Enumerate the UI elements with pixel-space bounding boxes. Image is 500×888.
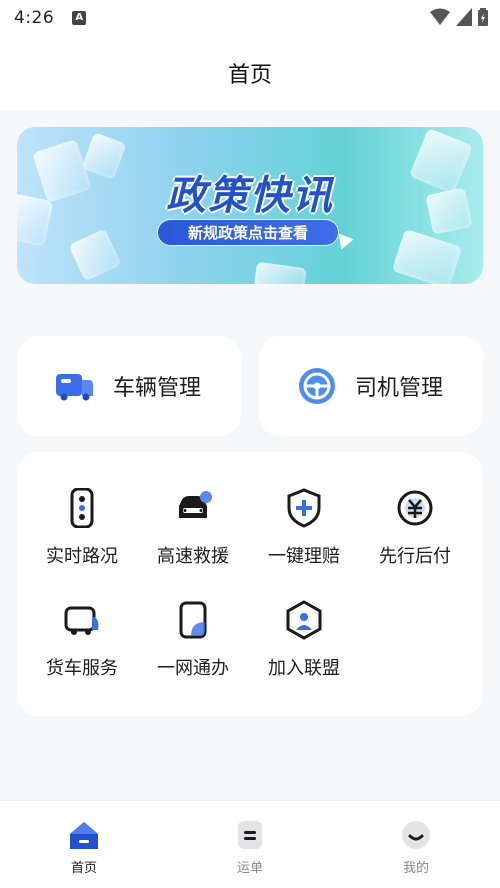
truck-service-icon xyxy=(62,600,102,640)
service-label: 实时路况 xyxy=(46,546,118,567)
home-icon xyxy=(68,819,100,851)
banner-decoration xyxy=(391,228,463,284)
service-label: 一网通办 xyxy=(157,658,229,679)
vehicle-management-label: 车辆管理 xyxy=(113,376,202,401)
nav-label: 首页 xyxy=(70,861,97,876)
bottom-nav: 首页 运单 我的 xyxy=(0,800,500,888)
nav-label: 我的 xyxy=(402,861,429,876)
profile-icon xyxy=(400,819,432,851)
truck-icon xyxy=(55,366,95,406)
waybill-icon xyxy=(234,819,266,851)
vehicle-management-card[interactable]: 车辆管理 xyxy=(17,336,241,436)
nav-home[interactable]: 首页 xyxy=(34,819,134,876)
notification-a-icon: A xyxy=(72,11,87,25)
driver-management-card[interactable]: 司机管理 xyxy=(259,336,483,436)
service-label: 一键理赔 xyxy=(268,546,340,567)
banner-title: 政策快讯 xyxy=(166,173,334,219)
yen-coin-icon xyxy=(395,488,435,528)
battery-icon xyxy=(478,8,488,26)
services-grid: 实时路况 高速救援 一键理赔 先行后付 货车服务 一网通办 加入联盟 xyxy=(17,452,483,716)
service-one-click-claim[interactable]: 一键理赔 xyxy=(248,488,360,588)
driver-management-label: 司机管理 xyxy=(355,376,444,401)
service-one-stop[interactable]: 一网通办 xyxy=(137,600,249,700)
service-label: 货车服务 xyxy=(46,658,118,679)
nav-waybill[interactable]: 运单 xyxy=(200,819,300,876)
cell-signal-icon xyxy=(456,8,472,26)
service-join-alliance[interactable]: 加入联盟 xyxy=(248,600,360,700)
rescue-car-icon xyxy=(173,488,213,528)
status-indicators xyxy=(430,8,488,26)
service-label: 先行后付 xyxy=(379,546,451,567)
policy-banner[interactable]: 政策快讯 新规政策点击查看 xyxy=(17,127,483,284)
service-realtime-traffic[interactable]: 实时路况 xyxy=(26,487,138,588)
service-label: 高速救援 xyxy=(157,546,229,567)
service-pay-later[interactable]: 先行后付 xyxy=(359,488,471,588)
nav-label: 运单 xyxy=(236,861,263,876)
traffic-light-icon xyxy=(62,487,102,529)
steering-wheel-icon xyxy=(297,366,337,406)
service-label: 加入联盟 xyxy=(268,658,340,679)
page-title: 首页 xyxy=(227,63,272,88)
wifi-icon xyxy=(430,8,450,25)
service-highway-rescue[interactable]: 高速救援 xyxy=(137,488,249,588)
banner-decoration xyxy=(253,261,307,284)
banner-decoration xyxy=(68,228,122,282)
app-header: 首页 xyxy=(0,36,500,110)
hexagon-person-icon xyxy=(284,600,324,640)
nav-profile[interactable]: 我的 xyxy=(366,819,466,876)
shield-plus-icon xyxy=(284,488,324,528)
status-bar: 4:26 A xyxy=(0,0,500,36)
banner-view-button[interactable]: 新规政策点击查看 xyxy=(157,219,339,246)
status-time: 4:26 xyxy=(14,8,55,28)
tablet-icon xyxy=(173,600,213,640)
service-truck-service[interactable]: 货车服务 xyxy=(26,600,138,700)
